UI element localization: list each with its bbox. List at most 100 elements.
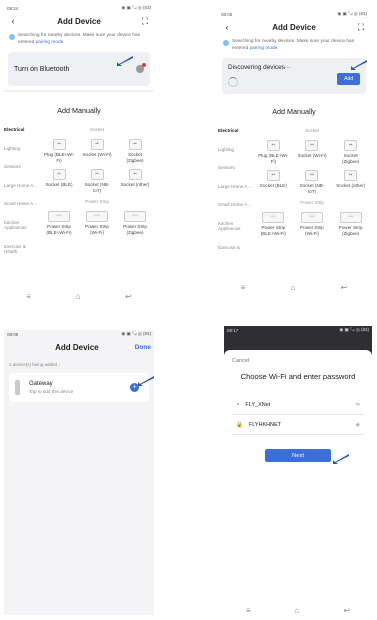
device-socket-other[interactable]: ▪▪ Socket (other)	[119, 169, 151, 193]
loading-spinner-icon	[228, 77, 238, 88]
scan-icon[interactable]: ⛶	[139, 16, 151, 27]
device-strip-wifi[interactable]: ▫▫▫ Power Strip (Wi-Fi)	[296, 212, 328, 236]
cancel-button[interactable]: Cancel	[232, 358, 364, 364]
status-bar: 08:17 ◉ ▣ ᵀ₄ₗ ◎ (83)	[224, 326, 372, 334]
bulb-icon	[9, 34, 15, 40]
gateway-icon	[15, 380, 20, 395]
device-plug-ble-wifi[interactable]: ▪▪ Plug (BLE+Wi-Fi)	[257, 140, 289, 164]
socket-header: Socket	[304, 128, 320, 134]
devices-adding-note: 1 device(s) being added ◌	[4, 356, 154, 371]
status-time: 08:17	[227, 327, 239, 333]
device-label: Socket (Zigbee)	[126, 152, 144, 163]
device-label: Power Strip (Zigbee)	[338, 225, 363, 236]
status-bar: 08:24 ◉ ▣ ᵀ₄ₗ ◎ (83)	[4, 4, 154, 12]
gateway-name: Gateway	[29, 381, 53, 387]
device-socket-ble[interactable]: ▪▪ Socket (BLE)	[43, 169, 75, 193]
search-note: Searching for nearby devices. Make sure …	[4, 30, 154, 49]
device-label: Socket (other)	[120, 182, 150, 188]
pairing-mode-link[interactable]: pairing mode.	[36, 40, 65, 45]
system-nav-bar: ≡ ⌂ ↩	[224, 606, 372, 615]
nav-bar: ‹ Add Device ⛶	[218, 18, 370, 36]
device-socket-other[interactable]: ▪▪ Socket (other)	[335, 170, 367, 194]
category-large-home[interactable]: Large Home A…	[4, 183, 40, 189]
divider	[4, 90, 154, 93]
swap-icon[interactable]: ⇆	[356, 402, 360, 408]
search-note: Searching for nearby devices. Make sure …	[218, 36, 370, 55]
wifi-name-field[interactable]: ◔ FLY_XNet ⇆	[232, 395, 364, 415]
password-field[interactable]: 🔒 FLYHKHNET ◉	[232, 415, 364, 435]
device-socket-nbiot[interactable]: ▪▪ Socket (NB-IoT)	[81, 169, 113, 193]
category-lighting[interactable]: Lighting	[4, 146, 40, 152]
device-label: Socket (Wi-Fi)	[82, 152, 112, 158]
device-strip-zigbee[interactable]: ▫▫▫ Power Strip (Zigbee)	[119, 211, 151, 235]
menu-nav-icon[interactable]: ≡	[241, 283, 246, 292]
device-socket-wifi[interactable]: ▪▪ Socket (Wi-Fi)	[81, 139, 113, 163]
category-sensors[interactable]: Sensors	[218, 165, 254, 171]
socket-header: Socket	[89, 127, 105, 133]
socket-icon: ▪▪	[305, 170, 319, 182]
bluetooth-icon[interactable]	[136, 63, 146, 74]
eye-icon[interactable]: ◉	[356, 422, 360, 428]
category-kitchen[interactable]: Kitchen Appliances	[218, 221, 254, 232]
scan-icon[interactable]: ⛶	[355, 22, 367, 33]
loading-icon: ◌	[58, 362, 61, 367]
device-label: Socket (other)	[336, 183, 366, 189]
category-sidebar: Electrical Lighting Sensors Large Home A…	[218, 128, 254, 263]
page-title: Add Device	[272, 22, 316, 32]
device-strip-ble-wifi[interactable]: ▫▫▫ Power Strip (BLE+Wi-Fi)	[43, 211, 75, 235]
category-large-home[interactable]: Large Home A…	[218, 184, 254, 190]
home-nav-icon[interactable]: ⌂	[76, 292, 81, 301]
device-socket-wifi[interactable]: ▪▪ Socket (Wi-Fi)	[296, 140, 328, 164]
power-strip-icon: ▫▫▫	[48, 211, 70, 223]
home-nav-icon[interactable]: ⌂	[291, 283, 296, 292]
category-kitchen[interactable]: Kitchen Appliances	[4, 220, 40, 231]
power-strip-icon: ▫▫▫	[124, 211, 146, 223]
next-button[interactable]: Next	[265, 449, 331, 462]
socket-icon: ▪▪	[344, 140, 358, 152]
menu-nav-icon[interactable]: ≡	[26, 292, 31, 301]
pointer-arrow-icon	[117, 56, 133, 67]
pairing-mode-link[interactable]: pairing mode.	[250, 46, 279, 51]
back-nav-icon[interactable]: ↩	[125, 292, 132, 301]
gateway-card[interactable]: Gateway Tap to add this device +	[9, 373, 154, 402]
chevron-left-icon[interactable]: ‹	[7, 16, 19, 26]
device-socket-nbiot[interactable]: ▪▪ Socket (NB-IoT)	[296, 170, 328, 194]
status-bar: 08:05 ◉ ▣ ᵀ₄ₗ ◎ (83)	[218, 10, 370, 18]
device-plug-ble-wifi[interactable]: ▪▪ Plug (BLE+Wi-Fi)	[43, 139, 75, 163]
device-label: Socket (BLE)	[259, 183, 287, 189]
device-strip-ble-wifi[interactable]: ▫▫▫ Power Strip (BLE+Wi-Fi)	[257, 212, 289, 236]
device-strip-zigbee[interactable]: ▫▫▫ Power Strip (Zigbee)	[335, 212, 367, 236]
bluetooth-card[interactable]: Turn on Bluetooth	[8, 52, 150, 87]
back-nav-icon[interactable]: ↩	[343, 606, 350, 615]
socket-icon: ▪▪	[52, 169, 66, 181]
done-button[interactable]: Done	[135, 344, 151, 351]
status-time: 08:05	[221, 11, 233, 17]
device-socket-ble[interactable]: ▪▪ Socket (BLE)	[257, 170, 289, 194]
menu-nav-icon[interactable]: ≡	[246, 606, 251, 615]
socket-icon: ▪▪	[90, 169, 104, 181]
status-icons: ◉ ▣ ᵀ₄ₗ ◎ (83)	[339, 327, 369, 332]
category-electrical[interactable]: Electrical	[218, 128, 254, 134]
chevron-left-icon[interactable]: ‹	[221, 22, 233, 32]
back-nav-icon[interactable]: ↩	[341, 283, 348, 292]
wifi-name-value[interactable]: FLY_XNet	[245, 402, 349, 408]
device-strip-wifi[interactable]: ▫▫▫ Power Strip (Wi-Fi)	[81, 211, 113, 235]
category-electrical[interactable]: Electrical	[4, 127, 40, 133]
password-value[interactable]: FLYHKHNET	[249, 422, 350, 428]
category-small-home[interactable]: Small Home A…	[4, 201, 40, 207]
add-manually-heading: Add Manually	[272, 107, 316, 117]
add-button[interactable]: Add	[337, 73, 360, 86]
device-socket-zigbee[interactable]: ▪▪ Socket (Zigbee)	[119, 139, 151, 163]
category-exercise[interactable]: Exercise & Health	[4, 244, 40, 255]
category-small-home[interactable]: Small Home A…	[218, 202, 254, 208]
category-lighting[interactable]: Lighting	[218, 147, 254, 153]
home-nav-icon[interactable]: ⌂	[295, 606, 300, 615]
device-socket-zigbee[interactable]: ▪▪ Socket (Zigbee)	[335, 140, 367, 164]
category-sensors[interactable]: Sensors	[4, 164, 40, 170]
pointer-arrow-icon	[351, 60, 367, 71]
device-label: Socket (NB-IoT)	[84, 182, 110, 193]
bluetooth-label: Turn on Bluetooth	[14, 65, 70, 73]
pointer-arrow-icon	[138, 376, 154, 386]
category-exercise[interactable]: Exercise &	[218, 245, 254, 251]
status-icons: ◉ ▣ ᵀ₄ₗ ◎ (83)	[337, 11, 367, 16]
